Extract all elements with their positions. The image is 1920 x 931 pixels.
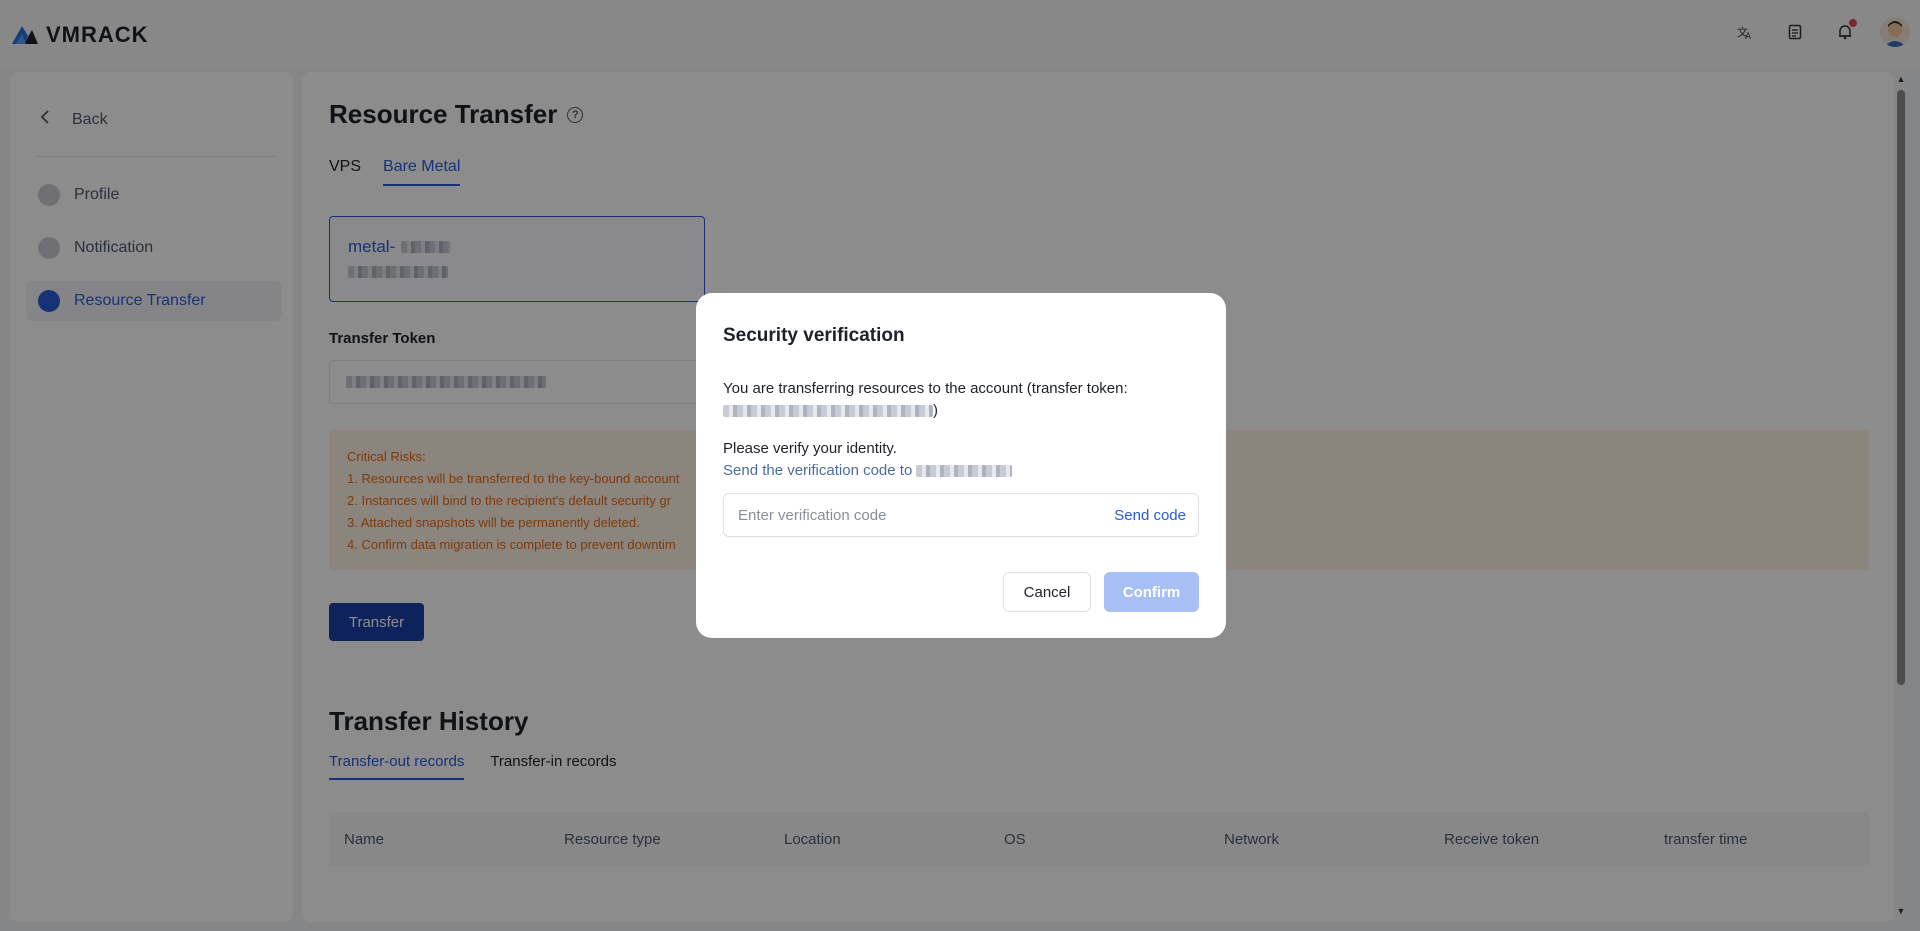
dialog-message-text: You are transferring resources to the ac… bbox=[723, 380, 1128, 397]
verification-code-input[interactable] bbox=[738, 506, 1078, 524]
redacted-text bbox=[916, 464, 1013, 477]
dialog-message: You are transferring resources to the ac… bbox=[723, 378, 1199, 422]
verification-code-field: Send code bbox=[723, 493, 1199, 537]
send-to-label: Send the verification code to bbox=[723, 462, 913, 479]
redacted-text bbox=[723, 405, 933, 418]
security-verification-dialog: Security verification You are transferri… bbox=[696, 293, 1226, 638]
confirm-button[interactable]: Confirm bbox=[1104, 572, 1199, 612]
send-code-link[interactable]: Send code bbox=[1114, 507, 1186, 524]
verify-prompt: Please verify your identity. bbox=[723, 440, 897, 457]
cancel-button[interactable]: Cancel bbox=[1003, 572, 1091, 612]
send-to-text: Send the verification code to bbox=[723, 462, 1013, 479]
dialog-message-close: ) bbox=[933, 402, 938, 419]
dialog-title: Security verification bbox=[723, 325, 905, 346]
